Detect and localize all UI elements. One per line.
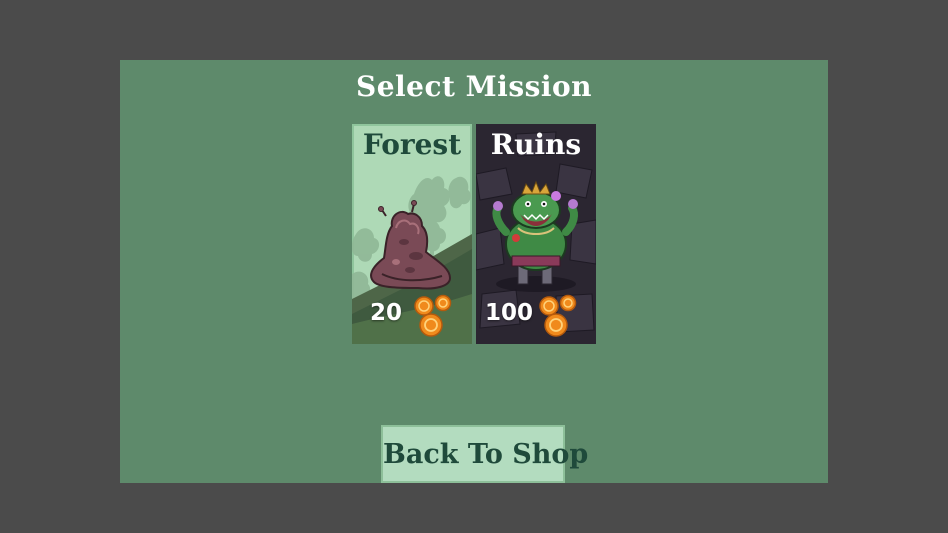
mission-card-forest[interactable]: Forest 20: [352, 124, 472, 344]
reward-amount: 20: [370, 300, 403, 326]
mission-name: Ruins: [490, 128, 582, 161]
reward-amount: 100: [485, 300, 534, 326]
reward-row: 100: [476, 294, 596, 340]
back-to-shop-button[interactable]: Back To Shop: [381, 425, 588, 483]
reward-row: 20: [352, 294, 472, 340]
screen-title: Select Mission: [355, 70, 593, 103]
mission-name: Forest: [362, 128, 462, 161]
mission-card-ruins[interactable]: Ruins 100: [476, 124, 596, 344]
gold-coins-icon: [414, 294, 452, 337]
mission-select-panel: Select Mission Forest 20 Ruins 100 Back …: [120, 60, 828, 483]
gold-coins-icon: [539, 294, 577, 337]
